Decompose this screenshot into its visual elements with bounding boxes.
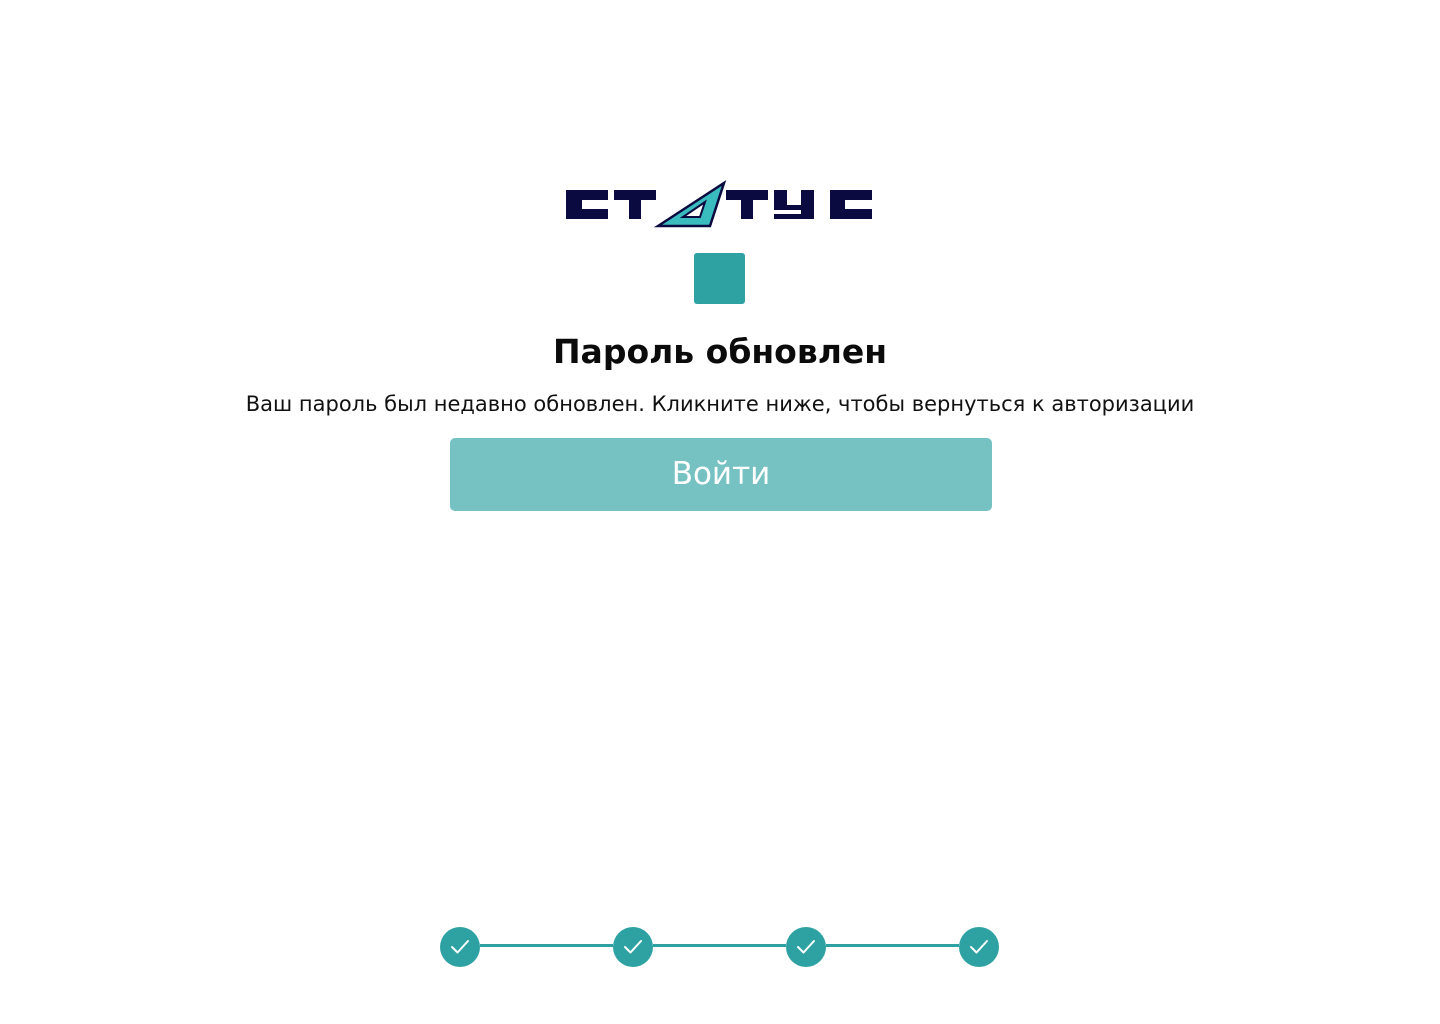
statys-logo-icon: [566, 180, 872, 228]
step-2-complete: [613, 927, 653, 967]
progress-stepper: [440, 927, 1000, 967]
check-icon: [970, 940, 988, 954]
step-connector: [653, 944, 786, 947]
login-button[interactable]: Войти: [450, 438, 992, 511]
check-icon: [797, 940, 815, 954]
step-connector: [480, 944, 613, 947]
step-1-complete: [440, 927, 480, 967]
step-4-complete: [959, 927, 999, 967]
page-title: Пароль обновлен: [552, 332, 888, 371]
check-icon: [451, 940, 469, 954]
brand-logo: [564, 180, 876, 230]
success-square-icon: [694, 253, 745, 304]
step-connector: [826, 944, 959, 947]
check-icon: [624, 940, 642, 954]
step-3-complete: [786, 927, 826, 967]
page-subtitle: Ваш пароль был недавно обновлен. Кликнит…: [245, 392, 1195, 416]
